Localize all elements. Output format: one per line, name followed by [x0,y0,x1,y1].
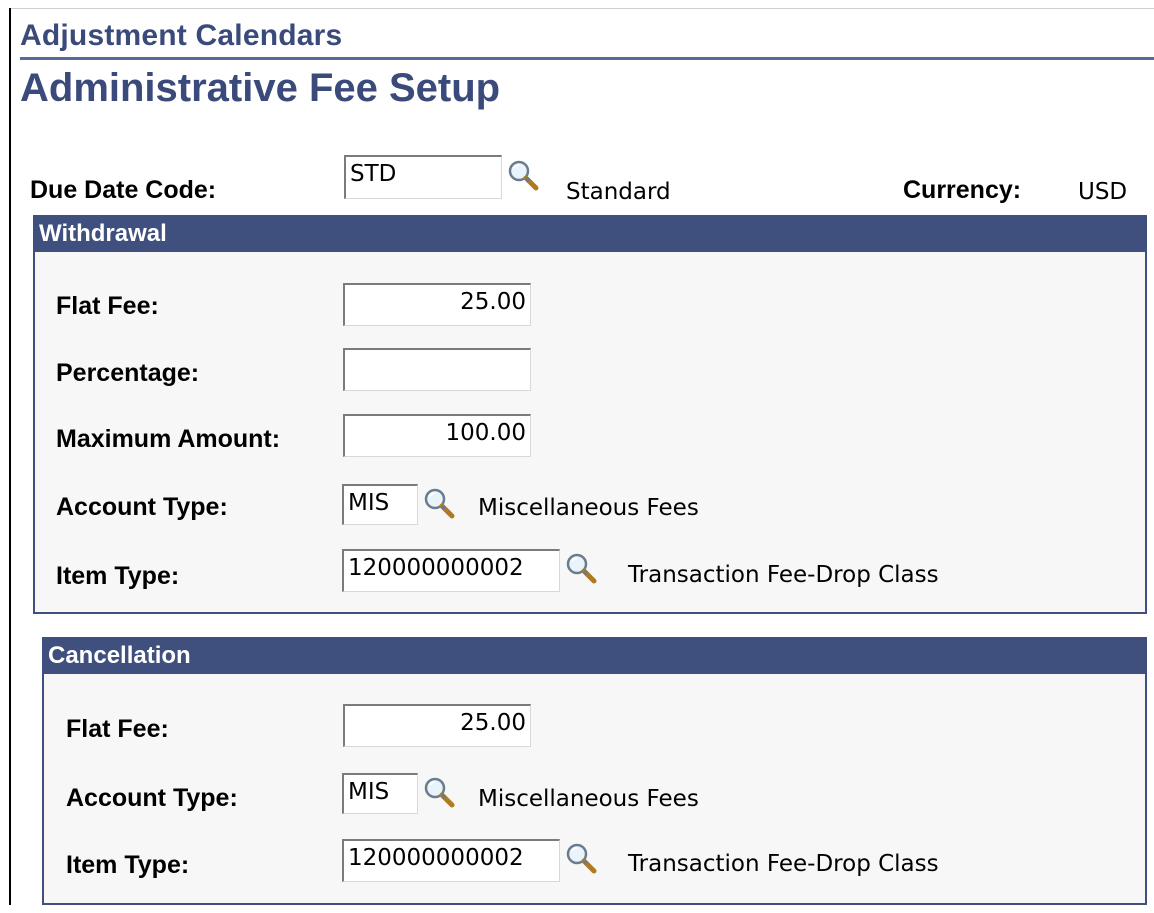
withdrawal-maximum-amount-input[interactable]: 100.00 [343,414,531,457]
withdrawal-flat-fee-input[interactable]: 25.00 [343,283,531,326]
withdrawal-account-type-lookup-icon[interactable] [422,486,456,520]
withdrawal-group-header: Withdrawal [35,217,1145,252]
due-date-code-label: Due Date Code: [30,176,217,204]
withdrawal-flat-fee-label: Flat Fee: [56,292,159,320]
due-date-code-lookup-icon[interactable] [506,158,540,192]
cancellation-flat-fee-label: Flat Fee: [66,715,169,743]
cancellation-account-type-description: Miscellaneous Fees [478,786,699,812]
cancellation-item-type-label: Item Type: [66,851,190,879]
due-date-code-description: Standard [566,179,671,205]
cancellation-item-type-input[interactable]: 120000000002 [342,839,560,882]
withdrawal-group-title: Withdrawal [39,220,167,247]
cancellation-group-title: Cancellation [48,642,191,669]
withdrawal-account-type-label: Account Type: [56,493,228,521]
withdrawal-account-type-description: Miscellaneous Fees [478,495,699,521]
breadcrumb: Adjustment Calendars [20,19,343,52]
withdrawal-maximum-amount-label: Maximum Amount: [56,425,281,453]
cancellation-flat-fee-input[interactable]: 25.00 [343,704,531,747]
top-border [11,8,1154,9]
withdrawal-item-type-lookup-icon[interactable] [564,551,598,585]
cancellation-item-type-description: Transaction Fee-Drop Class [628,851,939,877]
cancellation-item-type-lookup-icon[interactable] [564,841,598,875]
cancellation-group-header: Cancellation [44,639,1145,674]
withdrawal-item-type-input[interactable]: 120000000002 [342,549,560,592]
window-left-border [9,8,11,905]
withdrawal-percentage-input[interactable] [343,348,531,391]
cancellation-account-type-lookup-icon[interactable] [422,775,456,809]
withdrawal-item-type-label: Item Type: [56,562,180,590]
cancellation-account-type-input[interactable]: MIS [342,773,418,814]
withdrawal-item-type-description: Transaction Fee-Drop Class [628,562,939,588]
currency-label: Currency: [903,176,1022,204]
cancellation-account-type-label: Account Type: [66,784,238,812]
page-title: Administrative Fee Setup [20,66,501,110]
withdrawal-percentage-label: Percentage: [56,359,200,387]
title-divider [20,57,1154,60]
withdrawal-account-type-input[interactable]: MIS [342,484,418,525]
currency-value: USD [1078,179,1128,205]
due-date-code-input[interactable]: STD [344,155,502,199]
